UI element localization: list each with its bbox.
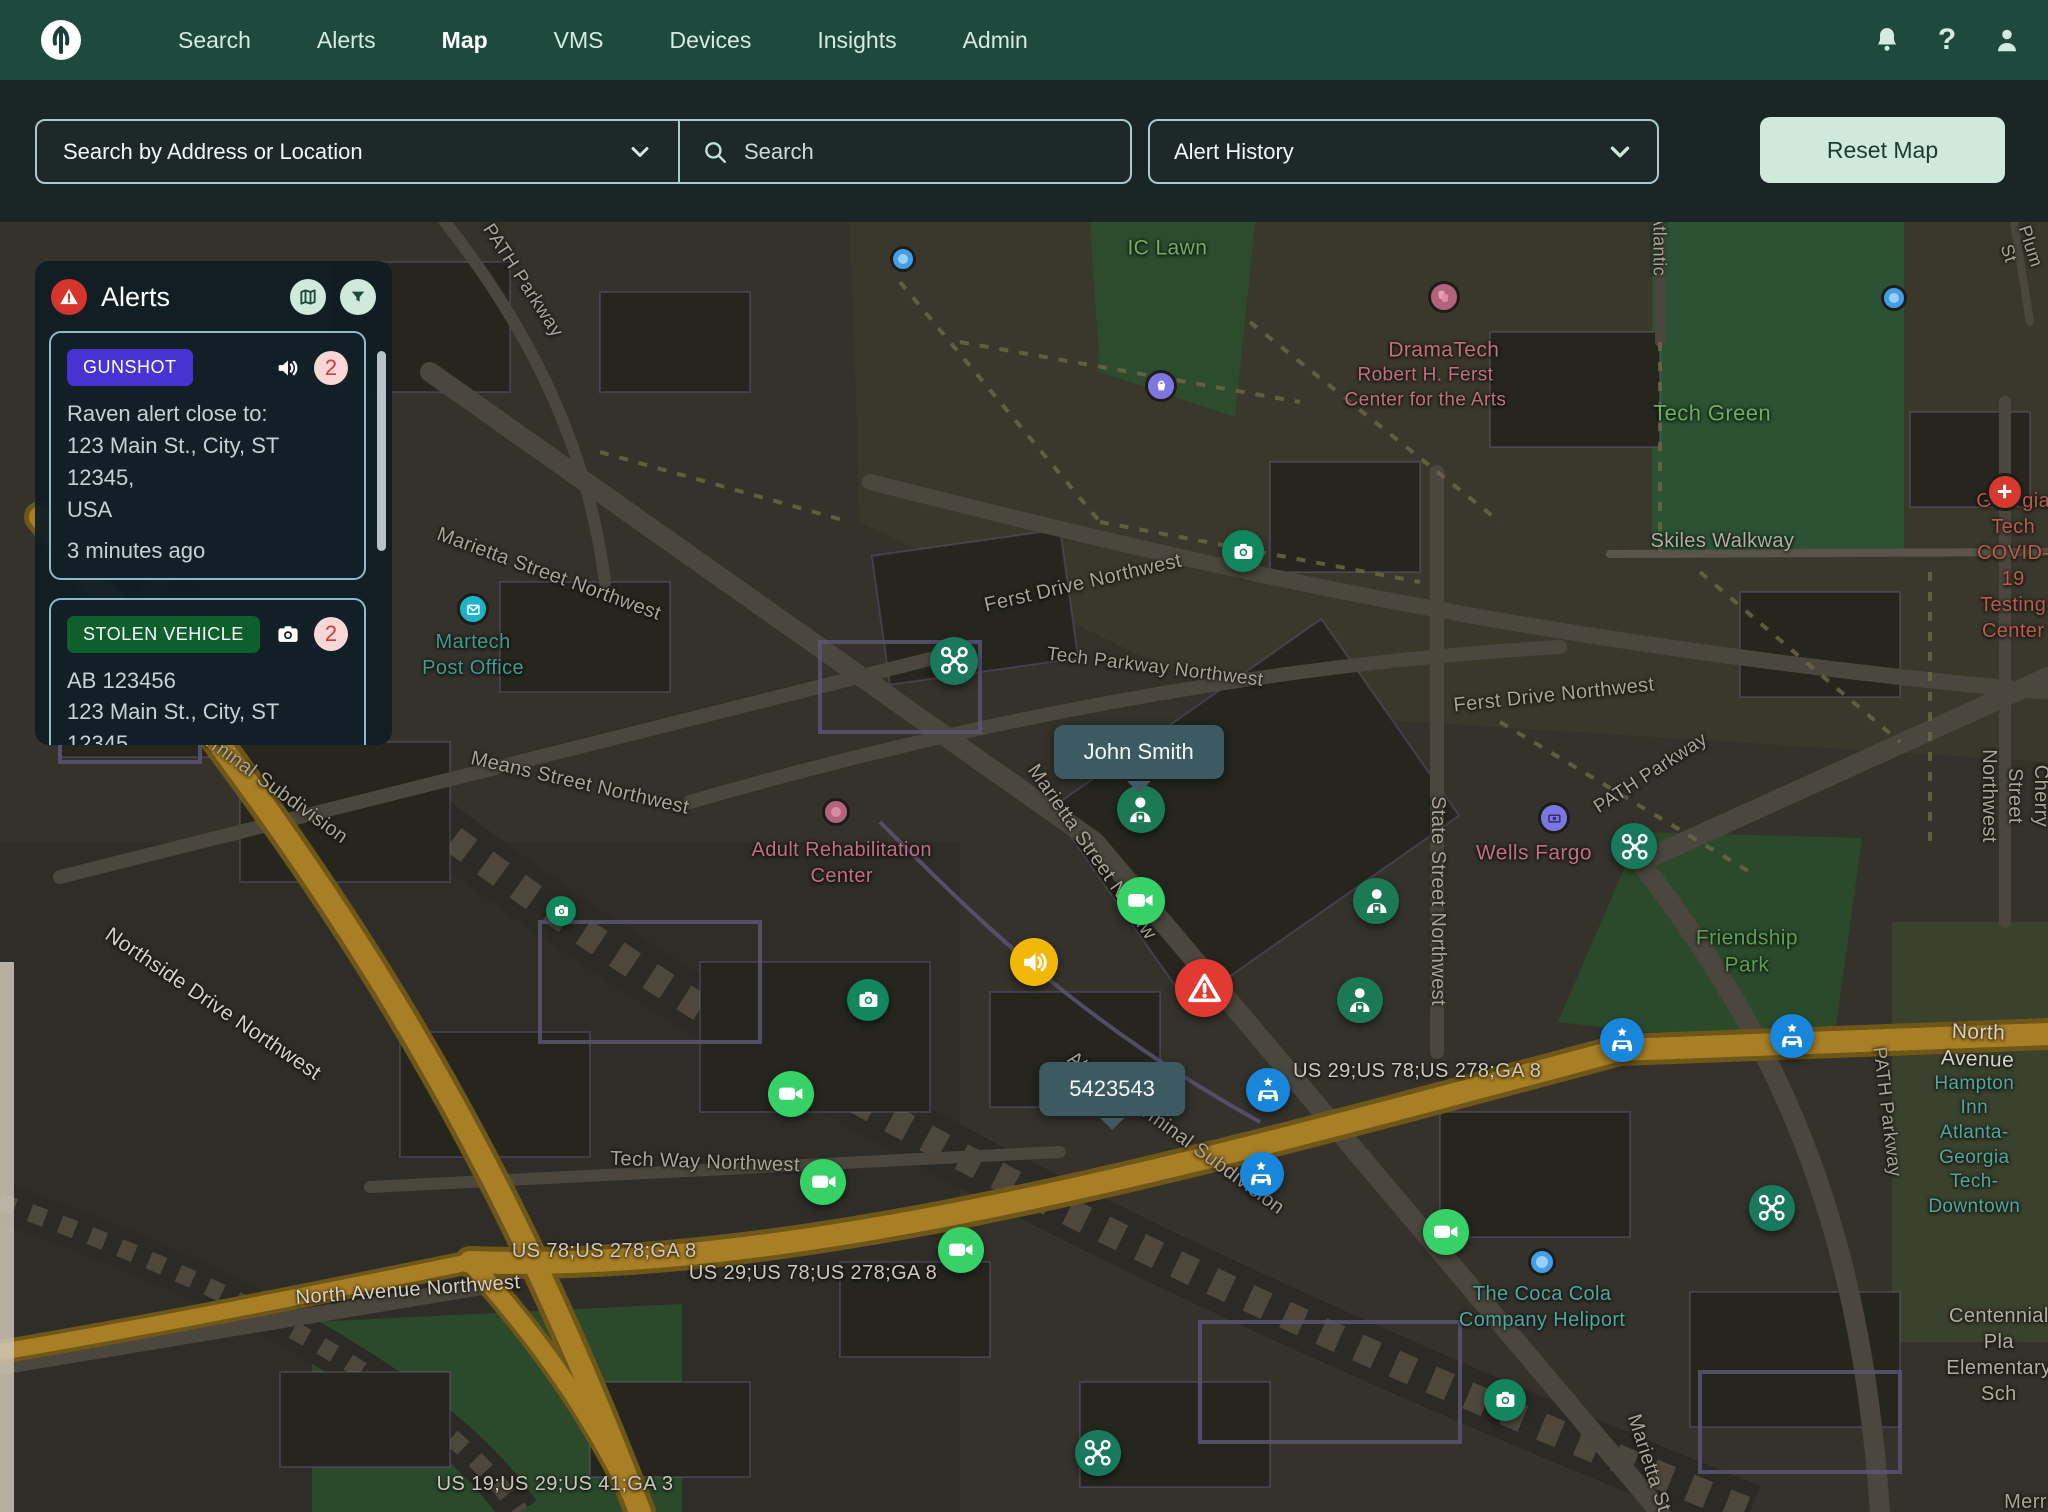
alert-description: Raven alert close to: bbox=[67, 398, 348, 430]
alert-timestamp: 3 minutes ago bbox=[67, 538, 348, 564]
alerts-panel-title: Alerts bbox=[101, 282, 276, 313]
alerts-scrollbar[interactable] bbox=[377, 351, 386, 551]
photo-marker[interactable] bbox=[847, 979, 889, 1021]
poi-dot-blue-icon bbox=[890, 246, 916, 272]
top-navbar: Search Alerts Map VMS Devices Insights Admin ? bbox=[0, 0, 2048, 80]
alert-address-2: USA bbox=[67, 494, 348, 526]
reset-map-button[interactable]: Reset Map bbox=[1760, 117, 2005, 183]
video-marker[interactable] bbox=[800, 1159, 846, 1205]
camera-icon bbox=[274, 620, 302, 648]
chevron-down-icon bbox=[1607, 139, 1633, 165]
map-canvas[interactable]: PATH ParkwayAtlanticPlum StMarietta Stre… bbox=[0, 222, 2048, 1512]
alert-type-badge: GUNSHOT bbox=[67, 349, 193, 386]
alerts-filter-button[interactable] bbox=[340, 279, 376, 315]
video-marker[interactable] bbox=[938, 1227, 984, 1273]
user-profile-icon[interactable] bbox=[1990, 23, 2024, 57]
alert-count-badge: 2 bbox=[314, 617, 348, 651]
logo-icon bbox=[40, 19, 82, 61]
alert-history-dropdown[interactable]: Alert History bbox=[1148, 119, 1659, 184]
poi-dot-blue-icon bbox=[1881, 285, 1907, 311]
poi-bank-icon bbox=[1538, 802, 1570, 834]
photo-marker[interactable] bbox=[1222, 530, 1264, 572]
nav-item[interactable]: Map bbox=[442, 27, 488, 54]
sound-icon bbox=[274, 354, 302, 382]
search-combo: Search by Address or Location bbox=[35, 119, 1132, 184]
video-marker[interactable] bbox=[1117, 877, 1165, 925]
drone-marker[interactable] bbox=[930, 637, 978, 685]
address-scope-dropdown[interactable]: Search by Address or Location bbox=[37, 121, 680, 182]
nav-item[interactable]: Search bbox=[178, 27, 251, 54]
address-scope-label: Search by Address or Location bbox=[63, 139, 363, 165]
poi-food-icon bbox=[1145, 370, 1177, 402]
speaker-marker[interactable] bbox=[1010, 938, 1058, 986]
poi-dot-blue-icon bbox=[1528, 1248, 1556, 1276]
drone-marker[interactable] bbox=[1611, 823, 1657, 869]
map-icon bbox=[298, 287, 318, 307]
poi-medical-icon bbox=[1986, 473, 2024, 511]
police-marker[interactable] bbox=[1246, 1068, 1290, 1112]
search-icon bbox=[702, 139, 728, 165]
alerts-warning-icon bbox=[51, 279, 87, 315]
search-field bbox=[680, 121, 1130, 182]
photo-marker[interactable] bbox=[546, 896, 576, 926]
alert-card-stolen-vehicle[interactable]: STOLEN VEHICLE 2 AB 123456 123 Main St.,… bbox=[49, 598, 366, 745]
video-marker[interactable] bbox=[768, 1071, 814, 1117]
help-icon[interactable]: ? bbox=[1930, 23, 1964, 57]
map-tooltip: John Smith bbox=[1054, 725, 1224, 779]
person-marker[interactable] bbox=[1337, 977, 1383, 1023]
search-input[interactable] bbox=[744, 139, 1108, 165]
map-toolbar: Search by Address or Location Alert Hist… bbox=[0, 80, 2048, 222]
alerts-list: GUNSHOT 2 Raven alert close to: 123 Main… bbox=[35, 329, 392, 745]
drone-marker[interactable] bbox=[1749, 1185, 1795, 1231]
alert-count-badge: 2 bbox=[314, 351, 348, 385]
nav-item[interactable]: Admin bbox=[963, 27, 1028, 54]
police-marker[interactable] bbox=[1770, 1014, 1814, 1058]
nav-item[interactable]: VMS bbox=[554, 27, 604, 54]
police-marker[interactable] bbox=[1600, 1018, 1644, 1062]
nav-item[interactable]: Insights bbox=[817, 27, 896, 54]
alert-address: 123 Main St., City, ST 12345, bbox=[67, 696, 348, 745]
poi-theater-icon bbox=[1428, 281, 1460, 313]
alert-card-header: GUNSHOT 2 bbox=[67, 349, 348, 386]
alert-card-gunshot[interactable]: GUNSHOT 2 Raven alert close to: 123 Main… bbox=[49, 331, 366, 580]
police-marker[interactable] bbox=[1240, 1152, 1284, 1196]
notifications-bell-icon[interactable] bbox=[1870, 23, 1904, 57]
alerts-panel: Alerts GUNSHOT 2 Raven alert close to: bbox=[35, 261, 392, 745]
alert-history-label: Alert History bbox=[1174, 139, 1294, 165]
nav-right-icons: ? bbox=[1870, 23, 2024, 57]
nav-item[interactable]: Devices bbox=[670, 27, 752, 54]
alert-address: 123 Main St., City, ST 12345, bbox=[67, 430, 348, 494]
alert-marker[interactable] bbox=[1175, 959, 1233, 1017]
alert-card-header: STOLEN VEHICLE 2 bbox=[67, 616, 348, 653]
nav-menu: Search Alerts Map VMS Devices Insights Admin bbox=[178, 27, 1028, 54]
poi-dot-pink-icon bbox=[822, 798, 850, 826]
alerts-map-view-button[interactable] bbox=[290, 279, 326, 315]
chevron-down-icon bbox=[628, 140, 652, 164]
map-tooltip: 5423543 bbox=[1039, 1062, 1185, 1116]
filter-icon bbox=[348, 287, 368, 307]
poi-mail-icon bbox=[457, 593, 489, 625]
app-logo[interactable] bbox=[40, 19, 82, 61]
alerts-panel-header: Alerts bbox=[35, 261, 392, 329]
photo-marker[interactable] bbox=[1484, 1379, 1526, 1421]
nav-item[interactable]: Alerts bbox=[317, 27, 376, 54]
alert-type-badge: STOLEN VEHICLE bbox=[67, 616, 260, 653]
video-marker[interactable] bbox=[1423, 1209, 1469, 1255]
drone-marker[interactable] bbox=[1075, 1430, 1121, 1476]
person-marker[interactable] bbox=[1353, 878, 1399, 924]
alert-plate: AB 123456 bbox=[67, 665, 348, 697]
